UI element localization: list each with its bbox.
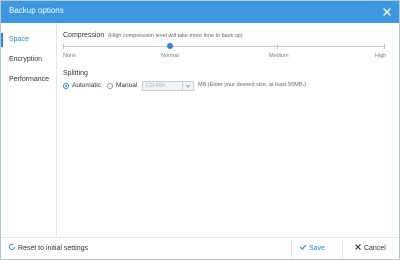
slider-tick	[277, 44, 278, 49]
automatic-label[interactable]: Automatic	[72, 82, 101, 89]
compression-title: Compression	[63, 32, 105, 39]
x-icon	[355, 244, 361, 250]
sidebar-item-label: Space	[9, 36, 29, 43]
split-size-hint: MB (Enter your desired size, at least 50…	[198, 82, 306, 88]
close-button[interactable]	[381, 5, 393, 17]
automatic-radio[interactable]	[63, 83, 69, 89]
sidebar-item-encryption[interactable]: Encryption	[1, 51, 56, 69]
manual-radio[interactable]	[107, 83, 113, 89]
sidebar-item-label: Encryption	[9, 56, 43, 63]
compression-level-medium: Medium	[269, 53, 289, 59]
reset-icon	[9, 243, 15, 250]
save-button[interactable]: Save	[299, 243, 325, 252]
compression-level-normal: Normal	[161, 53, 179, 59]
footer: Reset to initial settings Save Cancel	[1, 237, 399, 259]
compression-heading: Compression (High compression level will…	[63, 32, 243, 39]
split-size-value: CD-650	[146, 83, 165, 89]
split-size-select[interactable]: CD-650	[142, 81, 194, 91]
backup-options-window: Backup options Space Encryption Performa…	[0, 0, 400, 260]
sidebar-item-space[interactable]: Space	[1, 31, 56, 49]
compression-level-high: High	[375, 53, 387, 59]
main-content: Compression (High compression level will…	[57, 23, 399, 237]
slider-tick	[384, 44, 385, 49]
cancel-button[interactable]: Cancel	[354, 243, 386, 252]
cancel-label: Cancel	[363, 245, 386, 252]
reset-label: Reset to initial settings	[17, 245, 88, 252]
splitting-title: Splitting	[63, 70, 88, 77]
footer-divider	[291, 240, 292, 258]
compression-slider-track[interactable]	[63, 46, 385, 47]
save-label: Save	[308, 245, 325, 252]
manual-label[interactable]: Manual	[116, 82, 137, 89]
window-title: Backup options	[9, 6, 64, 15]
reset-button[interactable]: Reset to initial settings	[8, 243, 88, 252]
sidebar-item-performance[interactable]: Performance	[1, 71, 56, 89]
close-icon	[383, 8, 391, 16]
footer-divider	[342, 240, 343, 258]
slider-tick	[63, 44, 64, 49]
sidebar-item-label: Performance	[9, 76, 50, 83]
chevron-down-icon	[182, 82, 193, 90]
check-icon	[299, 244, 307, 250]
compression-slider-handle[interactable]	[167, 43, 173, 49]
sidebar: Space Encryption Performance	[1, 23, 57, 237]
compression-note: (High compression level will take more t…	[108, 33, 243, 39]
compression-level-none: None	[63, 53, 77, 59]
titlebar: Backup options	[1, 1, 399, 23]
